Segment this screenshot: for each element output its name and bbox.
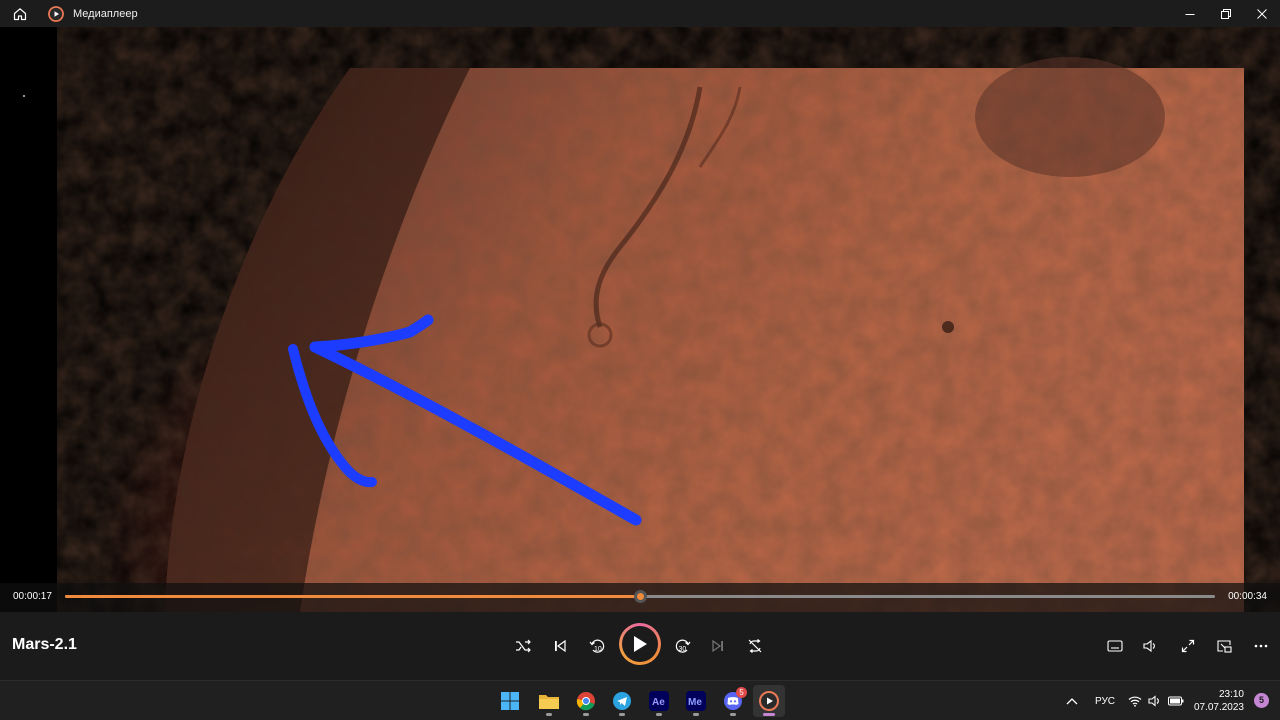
shuffle-button[interactable]	[509, 632, 537, 660]
home-icon	[13, 7, 27, 20]
media-encoder-icon: Me	[686, 691, 706, 711]
previous-icon	[555, 639, 566, 653]
maximize-button[interactable]	[1208, 0, 1244, 27]
taskbar-chrome[interactable]	[570, 685, 602, 717]
media-encoder-label: Me	[688, 697, 702, 708]
seek-bar-progress	[65, 595, 640, 598]
seek-bar[interactable]	[65, 590, 1215, 603]
maximize-icon	[1221, 8, 1231, 19]
more-icon	[1254, 644, 1268, 648]
taskbar-running-indicator	[583, 713, 589, 716]
clock-date: 07.07.2023	[1193, 702, 1244, 713]
close-button[interactable]	[1244, 0, 1280, 27]
playback-controls: Mars-2.1 10 30	[0, 612, 1280, 680]
clock-time: 23:10	[1218, 689, 1244, 700]
volume-icon	[1143, 639, 1155, 653]
fullscreen-icon	[1181, 639, 1195, 653]
next-icon	[712, 639, 723, 653]
rewind-seconds-label: 10	[594, 646, 602, 653]
file-explorer-icon	[539, 695, 559, 709]
taskbar-running-indicator	[730, 713, 736, 716]
play-button[interactable]	[619, 623, 661, 665]
windows-start-icon	[501, 692, 519, 710]
fullscreen-button[interactable]	[1174, 632, 1202, 660]
subtitles-icon	[1107, 640, 1123, 652]
volume-button[interactable]	[1136, 632, 1164, 660]
taskbar-after-effects[interactable]: Ae	[643, 685, 675, 717]
play-icon	[634, 636, 647, 652]
seek-bar-thumb[interactable]	[634, 590, 647, 603]
taskbar-discord[interactable]: 5	[717, 685, 749, 717]
volume-tray-button[interactable]	[1148, 681, 1162, 720]
home-button[interactable]	[0, 0, 40, 27]
rewind-10-icon: 10	[589, 639, 605, 653]
total-time: 00:00:34	[1228, 591, 1267, 602]
system-clock[interactable]: 23:10 07.07.2023	[1194, 688, 1244, 714]
after-effects-icon: Ae	[649, 691, 669, 711]
battery-charging-icon	[1168, 696, 1184, 706]
taskbar-explorer[interactable]	[533, 685, 565, 717]
taskbar-start[interactable]	[494, 685, 526, 717]
minimize-icon	[1185, 13, 1195, 15]
forward-seconds-label: 30	[679, 646, 687, 653]
taskbar-running-indicator	[656, 713, 662, 716]
next-button[interactable]	[704, 632, 732, 660]
taskbar-telegram[interactable]	[606, 685, 638, 717]
notification-badge[interactable]: 5	[1254, 693, 1269, 708]
taskbar-running-indicator	[619, 713, 625, 716]
forward-button[interactable]: 30	[669, 632, 697, 660]
media-player-icon	[48, 5, 64, 22]
window-title: Медиаплеер	[73, 7, 138, 20]
discord-badge: 5	[736, 687, 747, 698]
close-icon	[1257, 8, 1267, 19]
taskbar-active-indicator	[763, 713, 775, 716]
seek-bar-area: 00:00:17 00:00:34	[0, 583, 1280, 612]
media-title: Mars-2.1	[12, 636, 77, 653]
taskbar-media-encoder[interactable]: Me	[680, 685, 712, 717]
chevron-up-icon	[1066, 698, 1078, 705]
previous-button[interactable]	[546, 632, 574, 660]
media-player-icon	[759, 691, 779, 711]
show-hidden-icons[interactable]	[1066, 681, 1078, 720]
title-bar: Медиаплеер	[0, 0, 1280, 27]
taskbar: Ae Me 5 РУС 23:10 07.07.2023 5	[0, 680, 1280, 720]
subtitles-button[interactable]	[1101, 632, 1129, 660]
taskbar-media-player[interactable]	[753, 685, 785, 717]
forward-30-icon: 30	[675, 639, 691, 653]
battery-tray-button[interactable]	[1168, 681, 1184, 720]
rewind-button[interactable]: 10	[583, 632, 611, 660]
after-effects-label: Ae	[652, 697, 665, 708]
mars-video-image	[0, 27, 1280, 612]
speaker-icon	[1148, 695, 1159, 707]
wifi-icon	[1128, 696, 1142, 707]
chrome-icon	[576, 692, 595, 711]
repeat-button[interactable]	[741, 632, 769, 660]
minimize-button[interactable]	[1172, 0, 1208, 27]
miniplayer-icon	[1217, 640, 1232, 653]
shuffle-icon	[516, 639, 531, 653]
miniplayer-button[interactable]	[1210, 632, 1238, 660]
more-button[interactable]	[1247, 632, 1275, 660]
language-indicator[interactable]: РУС	[1095, 681, 1115, 720]
repeat-icon	[748, 639, 762, 653]
language-label: РУС	[1095, 695, 1116, 707]
telegram-icon	[613, 692, 631, 710]
taskbar-running-indicator	[693, 713, 699, 716]
current-time: 00:00:17	[13, 591, 52, 602]
network-icon-button[interactable]	[1128, 681, 1142, 720]
taskbar-running-indicator	[546, 713, 552, 716]
video-frame[interactable]	[0, 27, 1280, 612]
